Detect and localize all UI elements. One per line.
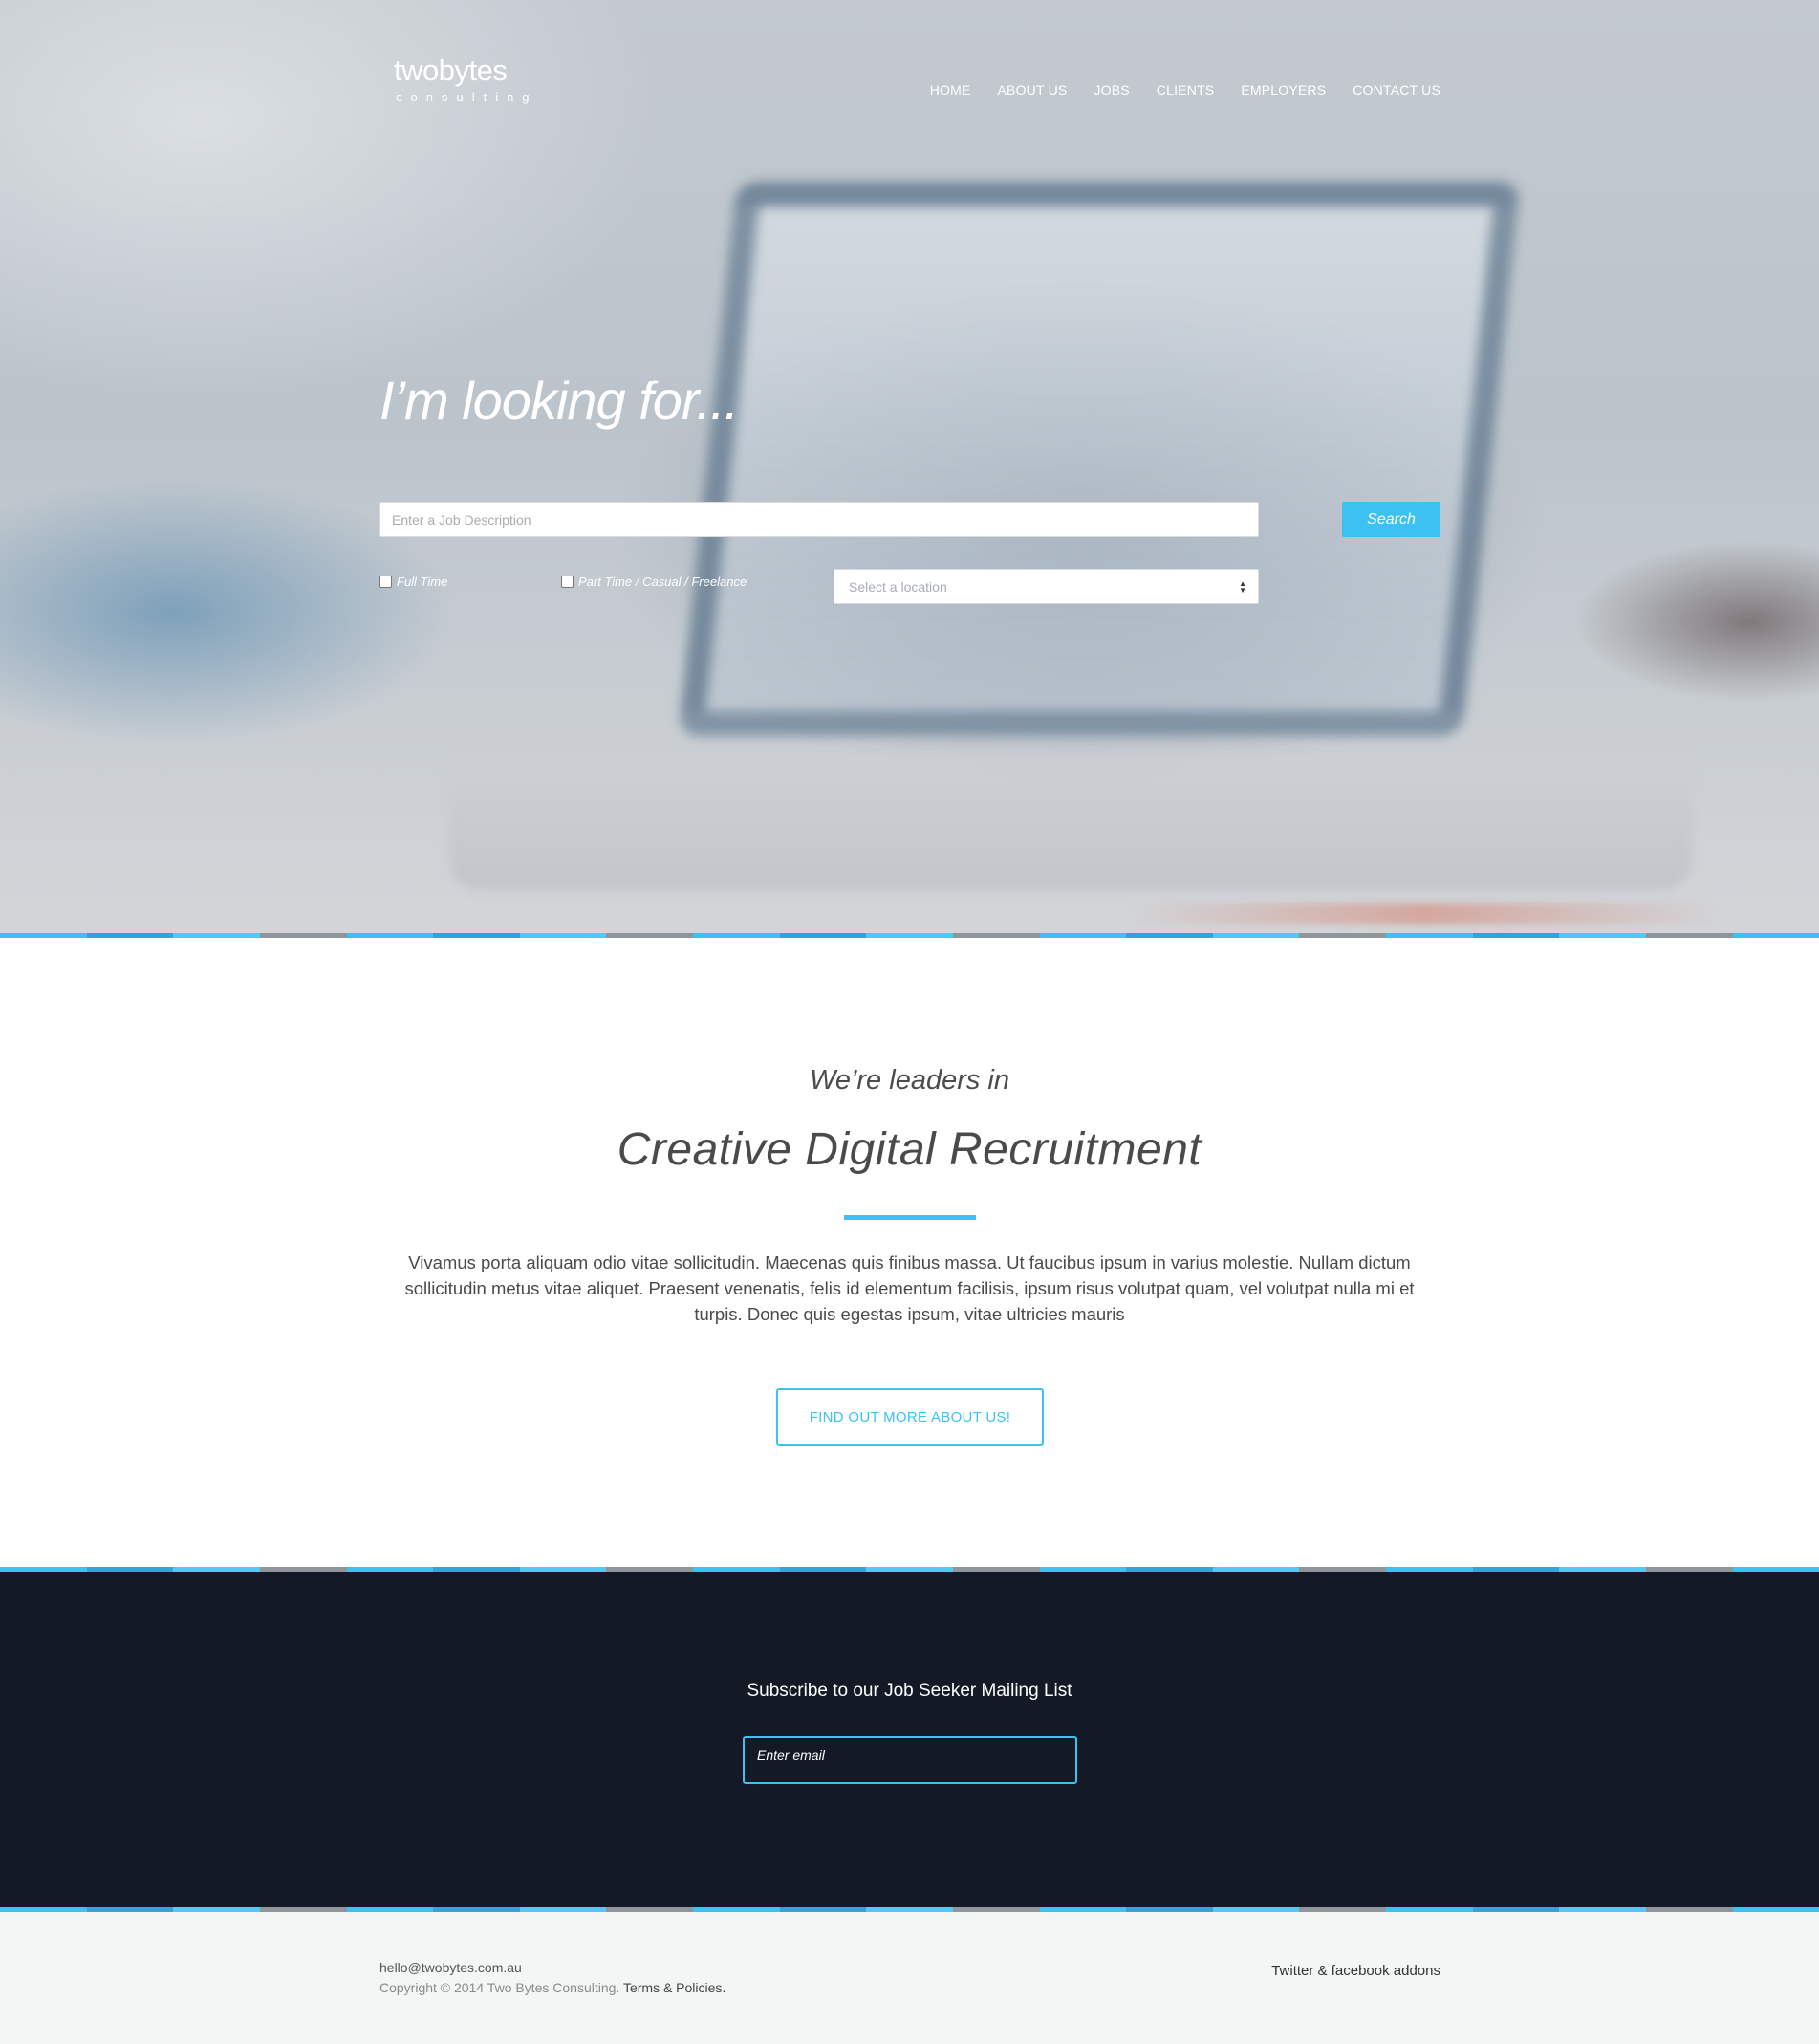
search-button[interactable]: Search	[1342, 502, 1440, 537]
footer-copyright: Copyright © 2014 Two Bytes Consulting. T…	[379, 1980, 725, 1995]
nav-clients[interactable]: CLIENTS	[1157, 82, 1215, 98]
hero-background-accent	[1128, 903, 1721, 924]
part-time-label: Part Time / Casual / Freelance	[578, 575, 747, 589]
about-divider	[844, 1215, 976, 1220]
select-arrows-icon: ▲ ▼	[1239, 578, 1246, 595]
hero-background-laptop	[678, 182, 1521, 736]
job-description-input[interactable]	[379, 502, 1259, 537]
subscribe-section: Subscribe to our Job Seeker Mailing List…	[0, 1572, 1819, 1907]
location-select-value: Select a location	[849, 578, 947, 595]
terms-link[interactable]: Terms & Policies.	[623, 1980, 725, 1995]
about-kicker: We’re leaders in	[809, 1065, 1009, 1096]
hero-title: I’m looking for...	[379, 370, 739, 430]
main-nav: HOME ABOUT US JOBS CLIENTS EMPLOYERS CON…	[930, 82, 1440, 98]
find-out-more-button[interactable]: FIND OUT MORE ABOUT US!	[776, 1388, 1044, 1446]
nav-jobs[interactable]: JOBS	[1094, 82, 1129, 98]
email-field[interactable]: Enter email	[743, 1736, 1077, 1784]
copyright-text: Copyright © 2014 Two Bytes Consulting.	[379, 1980, 620, 1995]
checkbox-box[interactable]	[561, 576, 574, 588]
about-title: Creative Digital Recruitment	[617, 1124, 1202, 1175]
nav-about-us[interactable]: ABOUT US	[998, 82, 1068, 98]
nav-contact-us[interactable]: CONTACT US	[1353, 82, 1440, 98]
footer-email-link[interactable]: hello@twobytes.com.au	[379, 1960, 522, 1975]
hero-background-laptop-base	[449, 755, 1692, 889]
logo-tagline: consulting	[396, 90, 538, 104]
about-section: We’re leaders in Creative Digital Recrui…	[0, 938, 1819, 1567]
part-time-checkbox[interactable]: Part Time / Casual / Freelance	[561, 575, 747, 589]
nav-employers[interactable]: EMPLOYERS	[1241, 82, 1326, 98]
hero-background-glow	[0, 0, 669, 402]
logo[interactable]: twobytes consulting	[394, 54, 538, 104]
footer: hello@twobytes.com.au Copyright © 2014 T…	[0, 1912, 1819, 2044]
checkbox-box[interactable]	[379, 576, 392, 588]
full-time-checkbox[interactable]: Full Time	[379, 575, 447, 589]
about-text: Vivamus porta aliquam odio vitae sollici…	[404, 1252, 1415, 1324]
location-select[interactable]: Select a location ▲ ▼	[834, 569, 1259, 604]
hero-section: twobytes consulting HOME ABOUT US JOBS C…	[0, 0, 1819, 933]
logo-wordmark: twobytes	[394, 54, 508, 87]
footer-social-text: Twitter & facebook addons	[1271, 1963, 1440, 1979]
full-time-label: Full Time	[397, 575, 448, 589]
subscribe-title: Subscribe to our Job Seeker Mailing List	[747, 1681, 1072, 1701]
nav-home[interactable]: HOME	[930, 82, 971, 98]
